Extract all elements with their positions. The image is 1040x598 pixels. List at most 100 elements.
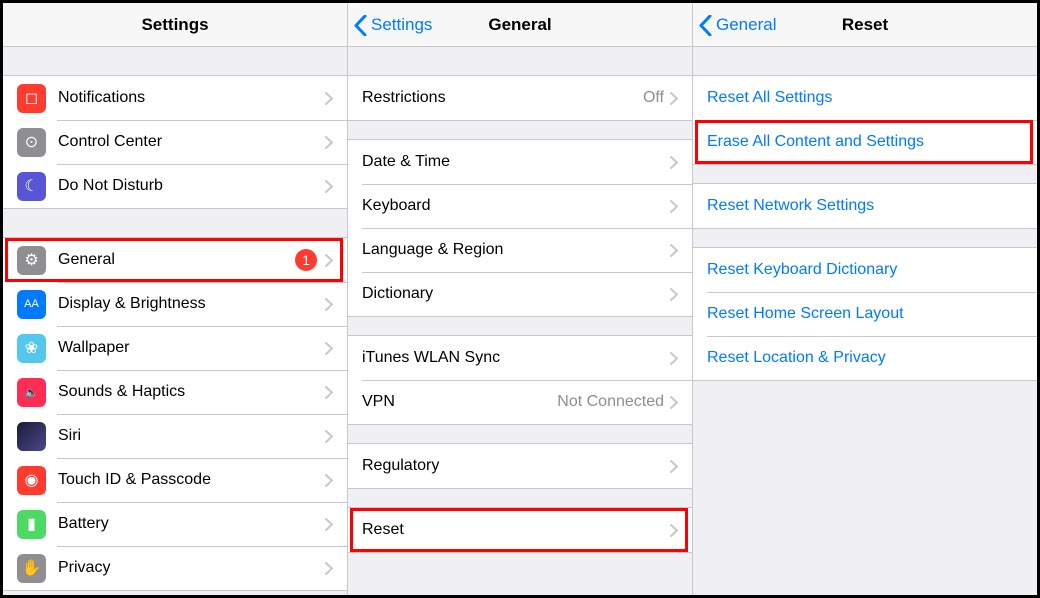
row-label: Wallpaper [58, 339, 325, 357]
dnd-icon: ☾ [17, 172, 46, 201]
chevron-right-icon [325, 518, 333, 531]
row-label: Language & Region [362, 241, 670, 259]
row-erase-all[interactable]: Erase All Content and Settings [693, 120, 1037, 164]
navbar-title: Reset [842, 15, 888, 35]
row-regulatory[interactable]: Regulatory [348, 444, 692, 488]
row-reset-location[interactable]: Reset Location & Privacy [693, 336, 1037, 380]
row-label: Display & Brightness [58, 295, 325, 313]
row-label: Erase All Content and Settings [707, 133, 1023, 151]
chevron-right-icon [325, 180, 333, 193]
chevron-right-icon [670, 460, 678, 473]
row-label: Siri [58, 427, 325, 445]
row-label: Reset Network Settings [707, 197, 1023, 215]
privacy-icon: ✋ [17, 554, 46, 583]
back-button-settings[interactable]: Settings [354, 3, 432, 47]
row-label: Restrictions [362, 89, 643, 107]
row-touchid[interactable]: ◉ Touch ID & Passcode [3, 458, 347, 502]
panel-settings: Settings ◻ Notifications ⊙ Control Center ☾ D… [3, 3, 348, 595]
row-itunes-wlan[interactable]: iTunes WLAN Sync [348, 336, 692, 380]
chevron-right-icon [670, 92, 678, 105]
reset-list[interactable]: Reset All Settings Erase All Content and … [693, 47, 1037, 595]
panel-general: Settings General RestrictionsOff Date & T… [348, 3, 693, 595]
chevron-right-icon [670, 396, 678, 409]
row-dnd[interactable]: ☾ Do Not Disturb [3, 164, 347, 208]
chevron-right-icon [325, 92, 333, 105]
row-detail: Off [643, 89, 664, 107]
row-label: Reset Keyboard Dictionary [707, 261, 1023, 279]
row-language-region[interactable]: Language & Region [348, 228, 692, 272]
chevron-right-icon [670, 244, 678, 257]
back-button-general[interactable]: General [699, 3, 776, 47]
row-label: Do Not Disturb [58, 177, 325, 195]
badge: 1 [295, 249, 317, 271]
row-label: Notifications [58, 89, 325, 107]
sounds-icon: 🔈 [17, 378, 46, 407]
row-label: VPN [362, 393, 557, 411]
chevron-right-icon [670, 524, 678, 537]
row-label: Regulatory [362, 457, 670, 475]
notifications-icon: ◻ [17, 84, 46, 113]
row-vpn[interactable]: VPNNot Connected [348, 380, 692, 424]
row-dictionary[interactable]: Dictionary [348, 272, 692, 316]
panel-reset: General Reset Reset All Settings Erase Al… [693, 3, 1037, 595]
row-label: Date & Time [362, 153, 670, 171]
row-notifications[interactable]: ◻ Notifications [3, 76, 347, 120]
row-sounds[interactable]: 🔈 Sounds & Haptics [3, 370, 347, 414]
touchid-icon: ◉ [17, 466, 46, 495]
row-detail: Not Connected [557, 393, 664, 411]
row-siri[interactable]: Siri [3, 414, 347, 458]
row-label: Touch ID & Passcode [58, 471, 325, 489]
navbar-settings: Settings [3, 3, 347, 47]
chevron-right-icon [325, 298, 333, 311]
row-label: Reset [362, 521, 670, 539]
row-label: Reset All Settings [707, 89, 1023, 107]
control-center-icon: ⊙ [17, 128, 46, 157]
navbar-general: Settings General [348, 3, 692, 47]
general-list[interactable]: RestrictionsOff Date & Time Keyboard Langua… [348, 47, 692, 595]
row-date-time[interactable]: Date & Time [348, 140, 692, 184]
chevron-right-icon [670, 156, 678, 169]
general-icon: ⚙ [17, 246, 46, 275]
siri-icon [17, 422, 46, 451]
row-label: General [58, 251, 295, 269]
row-restrictions[interactable]: RestrictionsOff [348, 76, 692, 120]
chevron-right-icon [325, 342, 333, 355]
row-reset-keyboard[interactable]: Reset Keyboard Dictionary [693, 248, 1037, 292]
navbar-reset: General Reset [693, 3, 1037, 47]
row-wallpaper[interactable]: ❀Wallpaper [3, 326, 347, 370]
navbar-title: Settings [141, 15, 208, 35]
navbar-title: General [488, 15, 551, 35]
row-label: Reset Home Screen Layout [707, 305, 1023, 323]
chevron-right-icon [325, 254, 333, 267]
row-control-center[interactable]: ⊙ Control Center [3, 120, 347, 164]
chevron-right-icon [670, 352, 678, 365]
row-general[interactable]: ⚙ General1 [3, 238, 347, 282]
back-label: General [716, 15, 776, 35]
row-display[interactable]: AA Display & Brightness [3, 282, 347, 326]
row-label: Dictionary [362, 285, 670, 303]
chevron-right-icon [325, 474, 333, 487]
chevron-right-icon [325, 386, 333, 399]
chevron-right-icon [325, 136, 333, 149]
row-reset-home[interactable]: Reset Home Screen Layout [693, 292, 1037, 336]
battery-icon: ▮ [17, 510, 46, 539]
settings-list[interactable]: ◻ Notifications ⊙ Control Center ☾ Do Not Dis… [3, 47, 347, 595]
back-label: Settings [371, 15, 432, 35]
display-icon: AA [17, 290, 46, 319]
row-label: iTunes WLAN Sync [362, 349, 670, 367]
row-label: Keyboard [362, 197, 670, 215]
row-reset-all[interactable]: Reset All Settings [693, 76, 1037, 120]
chevron-right-icon [670, 288, 678, 301]
row-label: Sounds & Haptics [58, 383, 325, 401]
row-reset-network[interactable]: Reset Network Settings [693, 184, 1037, 228]
row-keyboard[interactable]: Keyboard [348, 184, 692, 228]
chevron-right-icon [325, 562, 333, 575]
row-label: Control Center [58, 133, 325, 151]
chevron-right-icon [325, 430, 333, 443]
row-label: Reset Location & Privacy [707, 349, 1023, 367]
row-reset[interactable]: Reset [348, 508, 692, 552]
row-label: Privacy [58, 559, 325, 577]
chevron-right-icon [670, 200, 678, 213]
row-privacy[interactable]: ✋ Privacy [3, 546, 347, 590]
row-battery[interactable]: ▮Battery [3, 502, 347, 546]
